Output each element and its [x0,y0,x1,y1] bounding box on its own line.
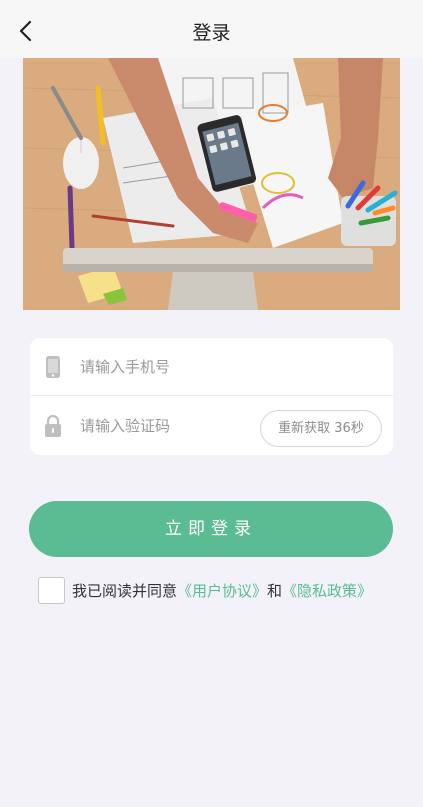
login-form: 重新获取 36秒 [30,338,393,455]
code-input[interactable] [80,411,260,441]
page-title: 登录 [192,22,231,44]
agreement-text: 我已阅读并同意 [72,581,178,600]
login-button[interactable]: 立即登录 [29,501,393,557]
top-bar: 登录 [0,0,423,58]
agreement-joiner: 和 [267,581,283,600]
hero-image [23,58,400,310]
privacy-policy-link[interactable]: 《隐私政策》 [282,580,372,601]
phone-row [30,338,393,396]
phone-icon [46,355,60,378]
lock-icon [45,414,61,437]
phone-input[interactable] [80,351,260,382]
user-agreement-link[interactable]: 《用户协议》 [177,580,267,601]
resend-code-button[interactable]: 重新获取 36秒 [260,410,382,447]
agree-checkbox[interactable] [38,576,65,604]
agreement-row: 我已阅读并同意 《用户协议》 和 《隐私政策》 [38,576,372,604]
code-row: 重新获取 36秒 [30,397,393,455]
